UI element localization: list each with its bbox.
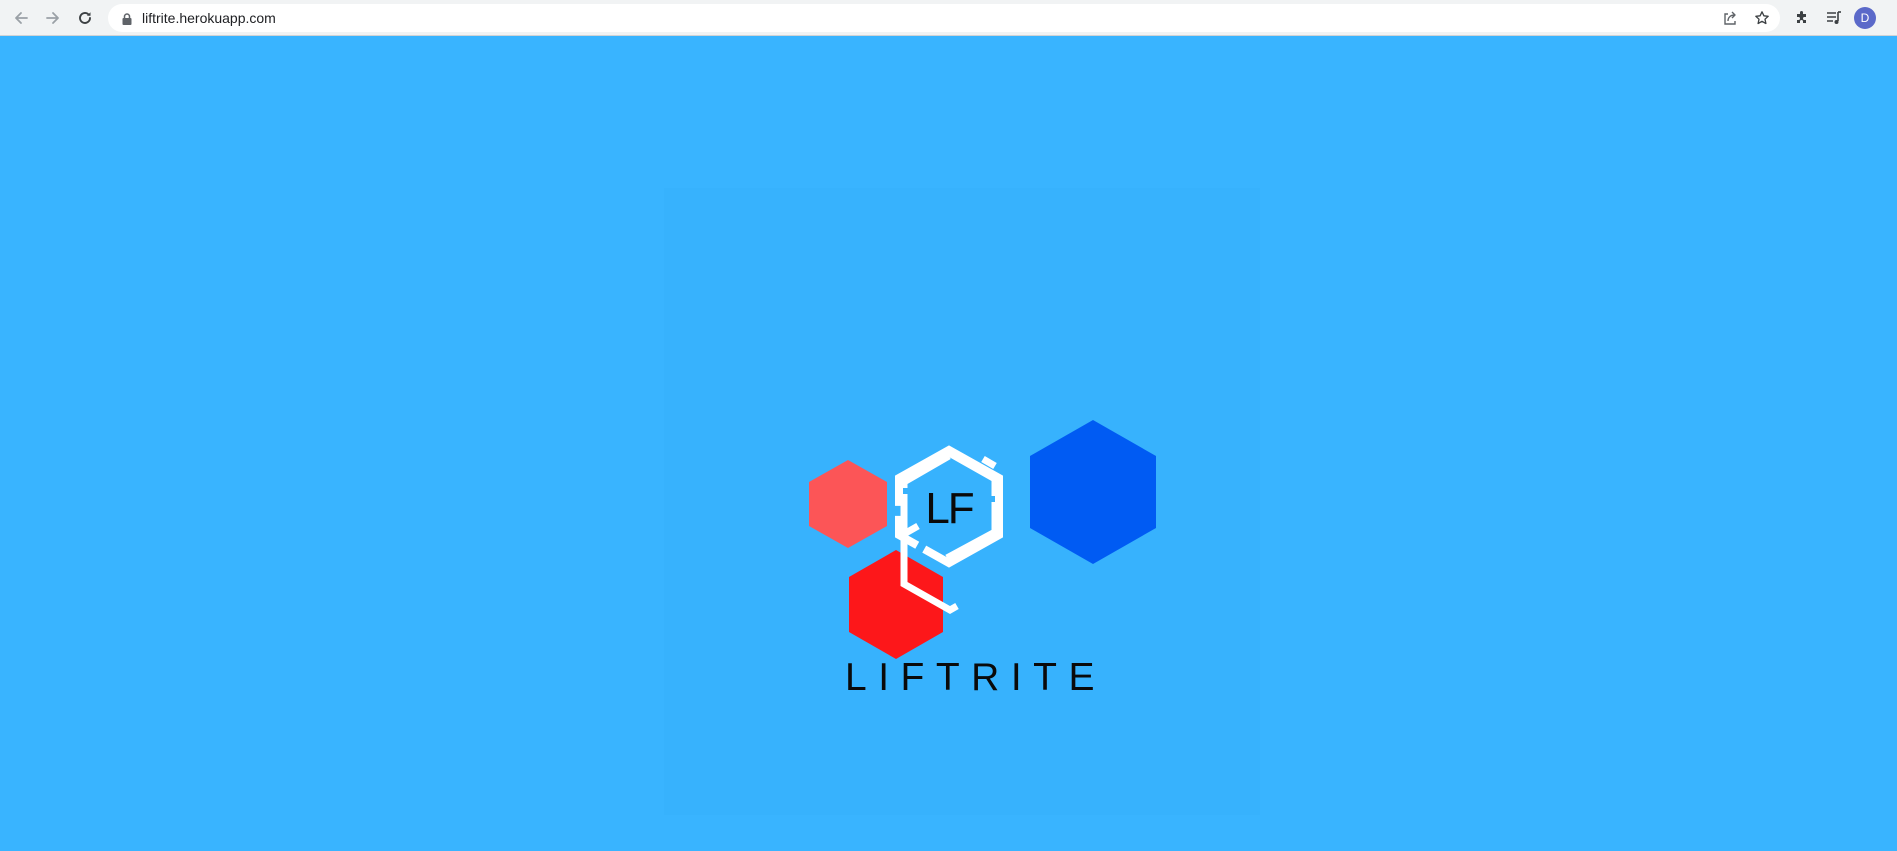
- url-text[interactable]: liftrite.herokuapp.com: [142, 10, 276, 26]
- address-bar[interactable]: liftrite.herokuapp.com: [108, 4, 1780, 32]
- liftrite-logo: LF: [809, 420, 1156, 659]
- reload-button[interactable]: [71, 4, 99, 32]
- coral-hexagon: [809, 460, 887, 548]
- media-queue-icon[interactable]: [1822, 6, 1846, 30]
- red-hexagon: [849, 550, 943, 659]
- back-arrow-icon: [13, 10, 29, 26]
- back-button[interactable]: [7, 4, 35, 32]
- browser-toolbar: liftrite.herokuapp.com D: [0, 0, 1897, 36]
- star-icon[interactable]: [1752, 8, 1772, 28]
- logo-monogram: LF: [925, 484, 973, 533]
- share-icon[interactable]: [1720, 8, 1740, 28]
- lock-icon[interactable]: [122, 12, 132, 30]
- forward-arrow-icon: [45, 10, 61, 26]
- forward-button[interactable]: [39, 4, 67, 32]
- puzzle-icon[interactable]: [1790, 6, 1814, 30]
- reload-icon: [77, 10, 93, 26]
- brand-name: LIFTRITE: [845, 656, 1107, 699]
- blue-hexagon: [1030, 420, 1156, 564]
- avatar[interactable]: D: [1854, 7, 1876, 29]
